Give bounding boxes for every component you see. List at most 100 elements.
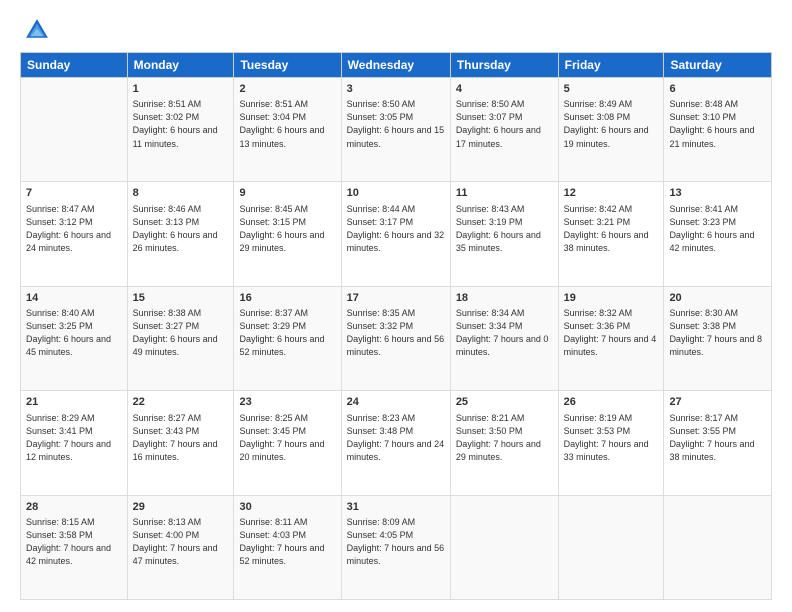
day-info: Sunrise: 8:37 AMSunset: 3:29 PMDaylight:… (239, 307, 335, 359)
day-info: Sunrise: 8:43 AMSunset: 3:19 PMDaylight:… (456, 203, 553, 255)
calendar-header-saturday: Saturday (664, 53, 772, 78)
day-number: 12 (564, 186, 659, 201)
logo-icon (23, 16, 51, 44)
day-info: Sunrise: 8:11 AMSunset: 4:03 PMDaylight:… (239, 516, 335, 568)
calendar-cell (664, 495, 772, 599)
calendar-header-monday: Monday (127, 53, 234, 78)
calendar-cell: 23 Sunrise: 8:25 AMSunset: 3:45 PMDayligh… (234, 391, 341, 495)
page: SundayMondayTuesdayWednesdayThursdayFrid… (0, 0, 792, 612)
day-number: 7 (26, 186, 122, 201)
day-number: 9 (239, 186, 335, 201)
calendar-cell: 28Sunrise: 8:15 AMSunset: 3:58 PMDayligh… (21, 495, 128, 599)
day-info: Sunrise: 8:19 AMSunset: 3:53 PMDaylight:… (564, 412, 659, 464)
day-info: Sunrise: 8:34 AMSunset: 3:34 PMDaylight:… (456, 307, 553, 359)
day-info: Sunrise: 8:50 AMSunset: 3:05 PMDaylight:… (347, 98, 445, 150)
calendar-cell: 19Sunrise: 8:32 AMSunset: 3:36 PMDayligh… (558, 286, 664, 390)
day-number: 20 (669, 291, 766, 306)
day-number: 14 (26, 291, 122, 306)
calendar-cell: 21 Sunrise: 8:29 AMSunset: 3:41 PMDayligh… (21, 391, 128, 495)
calendar-header-row: SundayMondayTuesdayWednesdayThursdayFrid… (21, 53, 772, 78)
calendar-week-2: 7 Sunrise: 8:47 AMSunset: 3:12 PMDaylight… (21, 182, 772, 286)
day-info: Sunrise: 8:42 AMSunset: 3:21 PMDaylight:… (564, 203, 659, 255)
day-number: 10 (347, 186, 445, 201)
calendar-header-thursday: Thursday (450, 53, 558, 78)
calendar-cell: 24Sunrise: 8:23 AMSunset: 3:48 PMDayligh… (341, 391, 450, 495)
day-number: 28 (26, 500, 122, 515)
calendar-cell (21, 78, 128, 182)
calendar-cell: 2Sunrise: 8:51 AMSunset: 3:04 PMDaylight… (234, 78, 341, 182)
calendar-week-1: 1Sunrise: 8:51 AMSunset: 3:02 PMDaylight… (21, 78, 772, 182)
calendar-week-5: 28Sunrise: 8:15 AMSunset: 3:58 PMDayligh… (21, 495, 772, 599)
day-info: Sunrise: 8:29 AMSunset: 3:41 PMDaylight:… (26, 412, 122, 464)
day-number: 21 (26, 395, 122, 410)
day-number: 24 (347, 395, 445, 410)
calendar-header-friday: Friday (558, 53, 664, 78)
calendar-cell: 9 Sunrise: 8:45 AMSunset: 3:15 PMDaylight… (234, 182, 341, 286)
calendar-cell: 5Sunrise: 8:49 AMSunset: 3:08 PMDaylight… (558, 78, 664, 182)
day-number: 31 (347, 500, 445, 515)
day-number: 4 (456, 82, 553, 97)
day-number: 3 (347, 82, 445, 97)
day-number: 2 (239, 82, 335, 97)
calendar-cell: 31Sunrise: 8:09 AMSunset: 4:05 PMDayligh… (341, 495, 450, 599)
logo (20, 16, 53, 44)
calendar-header-sunday: Sunday (21, 53, 128, 78)
day-info: Sunrise: 8:49 AMSunset: 3:08 PMDaylight:… (564, 98, 659, 150)
day-number: 19 (564, 291, 659, 306)
calendar-cell: 20Sunrise: 8:30 AMSunset: 3:38 PMDayligh… (664, 286, 772, 390)
day-info: Sunrise: 8:40 AMSunset: 3:25 PMDaylight:… (26, 307, 122, 359)
day-info: Sunrise: 8:21 AMSunset: 3:50 PMDaylight:… (456, 412, 553, 464)
day-number: 13 (669, 186, 766, 201)
calendar-cell: 8 Sunrise: 8:46 AMSunset: 3:13 PMDaylight… (127, 182, 234, 286)
day-number: 11 (456, 186, 553, 201)
day-info: Sunrise: 8:45 AMSunset: 3:15 PMDaylight:… (239, 203, 335, 255)
day-number: 18 (456, 291, 553, 306)
calendar-header-tuesday: Tuesday (234, 53, 341, 78)
day-number: 15 (133, 291, 229, 306)
day-info: Sunrise: 8:51 AMSunset: 3:02 PMDaylight:… (133, 98, 229, 150)
day-info: Sunrise: 8:25 AMSunset: 3:45 PMDaylight:… (239, 412, 335, 464)
calendar-cell: 13Sunrise: 8:41 AMSunset: 3:23 PMDayligh… (664, 182, 772, 286)
day-number: 26 (564, 395, 659, 410)
day-info: Sunrise: 8:46 AMSunset: 3:13 PMDaylight:… (133, 203, 229, 255)
calendar-cell: 3Sunrise: 8:50 AMSunset: 3:05 PMDaylight… (341, 78, 450, 182)
day-info: Sunrise: 8:17 AMSunset: 3:55 PMDaylight:… (669, 412, 766, 464)
day-info: Sunrise: 8:44 AMSunset: 3:17 PMDaylight:… (347, 203, 445, 255)
day-info: Sunrise: 8:13 AMSunset: 4:00 PMDaylight:… (133, 516, 229, 568)
day-info: Sunrise: 8:51 AMSunset: 3:04 PMDaylight:… (239, 98, 335, 150)
day-number: 17 (347, 291, 445, 306)
day-info: Sunrise: 8:27 AMSunset: 3:43 PMDaylight:… (133, 412, 229, 464)
day-info: Sunrise: 8:50 AMSunset: 3:07 PMDaylight:… (456, 98, 553, 150)
day-info: Sunrise: 8:09 AMSunset: 4:05 PMDaylight:… (347, 516, 445, 568)
calendar-header-wednesday: Wednesday (341, 53, 450, 78)
calendar-cell: 18Sunrise: 8:34 AMSunset: 3:34 PMDayligh… (450, 286, 558, 390)
calendar-week-3: 14Sunrise: 8:40 AMSunset: 3:25 PMDayligh… (21, 286, 772, 390)
calendar-cell: 25 Sunrise: 8:21 AMSunset: 3:50 PMDayligh… (450, 391, 558, 495)
calendar-cell: 16Sunrise: 8:37 AMSunset: 3:29 PMDayligh… (234, 286, 341, 390)
day-info: Sunrise: 8:35 AMSunset: 3:32 PMDaylight:… (347, 307, 445, 359)
day-number: 5 (564, 82, 659, 97)
day-number: 6 (669, 82, 766, 97)
calendar-week-4: 21 Sunrise: 8:29 AMSunset: 3:41 PMDayligh… (21, 391, 772, 495)
calendar-cell: 10 Sunrise: 8:44 AMSunset: 3:17 PMDayligh… (341, 182, 450, 286)
day-number: 25 (456, 395, 553, 410)
calendar-cell: 26 Sunrise: 8:19 AMSunset: 3:53 PMDayligh… (558, 391, 664, 495)
calendar-cell: 7 Sunrise: 8:47 AMSunset: 3:12 PMDaylight… (21, 182, 128, 286)
day-info: Sunrise: 8:32 AMSunset: 3:36 PMDaylight:… (564, 307, 659, 359)
day-info: Sunrise: 8:15 AMSunset: 3:58 PMDaylight:… (26, 516, 122, 568)
calendar-cell: 12 Sunrise: 8:42 AMSunset: 3:21 PMDayligh… (558, 182, 664, 286)
calendar-body: 1Sunrise: 8:51 AMSunset: 3:02 PMDaylight… (21, 78, 772, 600)
calendar-cell: 22 Sunrise: 8:27 AMSunset: 3:43 PMDayligh… (127, 391, 234, 495)
calendar-cell: 17Sunrise: 8:35 AMSunset: 3:32 PMDayligh… (341, 286, 450, 390)
calendar-cell: 29Sunrise: 8:13 AMSunset: 4:00 PMDayligh… (127, 495, 234, 599)
day-number: 29 (133, 500, 229, 515)
calendar-cell: 1Sunrise: 8:51 AMSunset: 3:02 PMDaylight… (127, 78, 234, 182)
calendar-cell: 15Sunrise: 8:38 AMSunset: 3:27 PMDayligh… (127, 286, 234, 390)
calendar-cell (558, 495, 664, 599)
day-number: 22 (133, 395, 229, 410)
day-number: 23 (239, 395, 335, 410)
calendar-cell: 4Sunrise: 8:50 AMSunset: 3:07 PMDaylight… (450, 78, 558, 182)
day-info: Sunrise: 8:38 AMSunset: 3:27 PMDaylight:… (133, 307, 229, 359)
day-info: Sunrise: 8:47 AMSunset: 3:12 PMDaylight:… (26, 203, 122, 255)
day-number: 8 (133, 186, 229, 201)
